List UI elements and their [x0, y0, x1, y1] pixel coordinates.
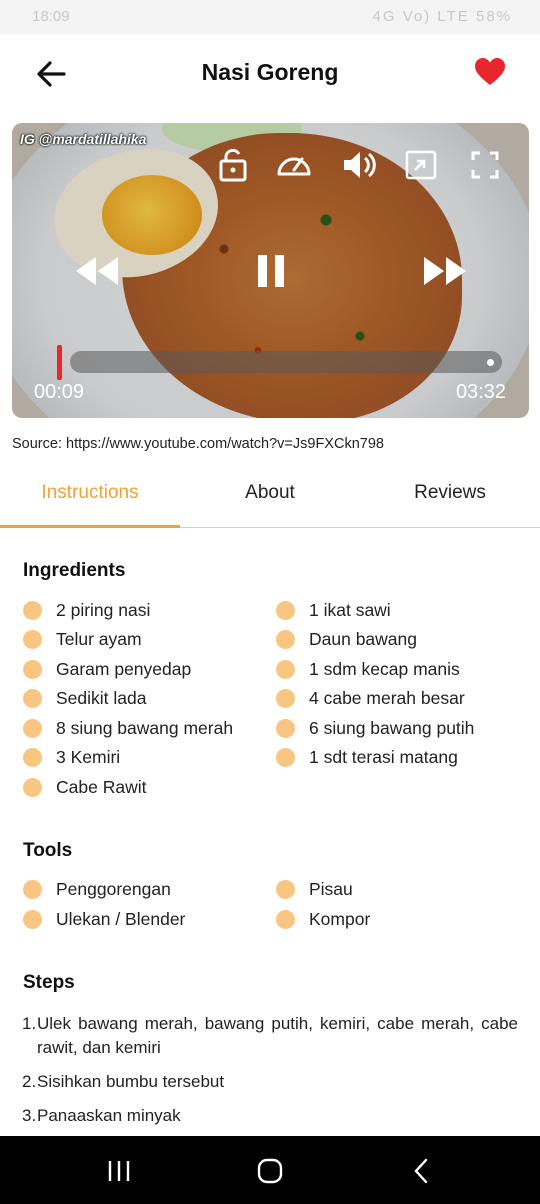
step-number: 1. [22, 1014, 37, 1033]
bullet-dot [276, 689, 295, 708]
step-item: 2. Sisihkan bumbu tersebut [22, 1070, 518, 1094]
bullet-dot [23, 719, 42, 738]
tool-label: Ulekan / Blender [56, 909, 186, 929]
current-time: 00:09 [34, 381, 85, 403]
steps-list: 1. Ulek bawang merah, bawang putih, kemi… [22, 1012, 518, 1138]
ingredient-label: 1 sdm kecap manis [309, 659, 460, 679]
bullet-dot [276, 630, 295, 649]
tool-label: Pisau [309, 879, 353, 899]
active-tab-indicator [0, 525, 180, 528]
recents-icon [108, 1161, 130, 1181]
bullet-dot [23, 630, 42, 649]
ingredient-label: 6 siung bawang putih [309, 718, 475, 738]
rewind-button[interactable] [72, 251, 122, 291]
tools-heading: Tools [23, 840, 73, 861]
bullet-dot [23, 689, 42, 708]
ingredient-label: Telur ayam [56, 629, 142, 649]
ingredient-label: 1 ikat sawi [309, 600, 391, 620]
ingredient-label: Cabe Rawit [56, 777, 147, 797]
bullet-dot [23, 778, 42, 797]
bullet-dot [23, 880, 42, 899]
ingredient-label: 8 siung bawang merah [56, 718, 234, 738]
system-back-button[interactable] [405, 1154, 439, 1188]
volume-icon [344, 152, 376, 178]
bullet-dot [276, 880, 295, 899]
speedometer-icon [277, 157, 311, 176]
steps-heading: Steps [23, 972, 75, 993]
seek-bar[interactable] [70, 351, 502, 373]
unlock-icon [219, 148, 247, 182]
speed-button[interactable] [275, 146, 313, 184]
status-time: 18:09 [32, 8, 70, 25]
status-bar: 18:09 4G Vo) LTE 58% [0, 0, 540, 34]
step-number: 3. [22, 1106, 37, 1125]
chevron-left-icon [414, 1158, 428, 1184]
picture-in-picture-button[interactable] [402, 146, 440, 184]
tab-about[interactable]: About [180, 482, 360, 504]
fullscreen-button[interactable] [466, 146, 504, 184]
video-watermark: IG @mardatillahika [20, 131, 147, 147]
bullet-dot [276, 719, 295, 738]
fast-forward-icon [424, 257, 466, 285]
bullet-dot [23, 910, 42, 929]
picture-in-picture-icon [405, 150, 437, 180]
ingredient-label: 1 sdt terasi matang [309, 747, 458, 767]
bullet-dot [23, 601, 42, 620]
video-player[interactable]: IG @mardatillahika 00:09 03:32 [12, 123, 529, 418]
bullet-dot [276, 748, 295, 767]
tab-instructions[interactable]: Instructions [0, 482, 180, 504]
step-text: Sisihkan bumbu tersebut [37, 1072, 225, 1091]
bullet-dot [23, 748, 42, 767]
fullscreen-icon [471, 151, 499, 179]
bullet-dot [276, 660, 295, 679]
pause-button[interactable] [252, 251, 292, 291]
rewind-icon [76, 257, 118, 285]
bullet-dot [276, 601, 295, 620]
ingredient-label: Garam penyedap [56, 659, 192, 679]
step-text: Ulek bawang merah, bawang putih, kemiri,… [37, 1014, 518, 1057]
tool-label: Kompor [309, 909, 371, 929]
fast-forward-button[interactable] [420, 251, 470, 291]
seek-handle[interactable] [57, 345, 62, 380]
favorite-button[interactable] [474, 56, 506, 88]
ingredient-label: 2 piring nasi [56, 600, 151, 620]
ingredient-label: 4 cabe merah besar [309, 688, 465, 708]
tool-label: Penggorengan [56, 879, 171, 899]
recents-button[interactable] [102, 1154, 136, 1188]
status-indicators: 4G Vo) LTE 58% [372, 8, 512, 25]
step-item: 1. Ulek bawang merah, bawang putih, kemi… [22, 1012, 518, 1060]
volume-button[interactable] [340, 146, 378, 184]
bullet-dot [276, 910, 295, 929]
tab-bar: Instructions About Reviews [0, 470, 540, 528]
ingredient-label: 3 Kemiri [56, 747, 121, 767]
app-header: Nasi Goreng [0, 34, 540, 112]
system-nav-bar [0, 1136, 540, 1204]
ingredient-label: Sedikit lada [56, 688, 147, 708]
step-item: 3. Panaaskan minyak [22, 1104, 518, 1128]
page-title: Nasi Goreng [201, 59, 339, 85]
lock-button[interactable] [214, 146, 252, 184]
buffer-end-dot [487, 359, 494, 366]
ingredient-label: Daun bawang [309, 629, 417, 649]
total-time: 03:32 [455, 381, 506, 403]
home-icon [257, 1158, 283, 1184]
step-number: 2. [22, 1072, 37, 1091]
home-button[interactable] [253, 1154, 287, 1188]
tab-reviews[interactable]: Reviews [360, 482, 540, 504]
heart-icon [475, 58, 505, 85]
video-source-link[interactable]: Source: https://www.youtube.com/watch?v=… [12, 436, 384, 452]
step-text: Panaaskan minyak [37, 1106, 181, 1125]
pause-icon [258, 255, 284, 287]
bullet-dot [23, 660, 42, 679]
ingredients-heading: Ingredients [23, 560, 126, 581]
